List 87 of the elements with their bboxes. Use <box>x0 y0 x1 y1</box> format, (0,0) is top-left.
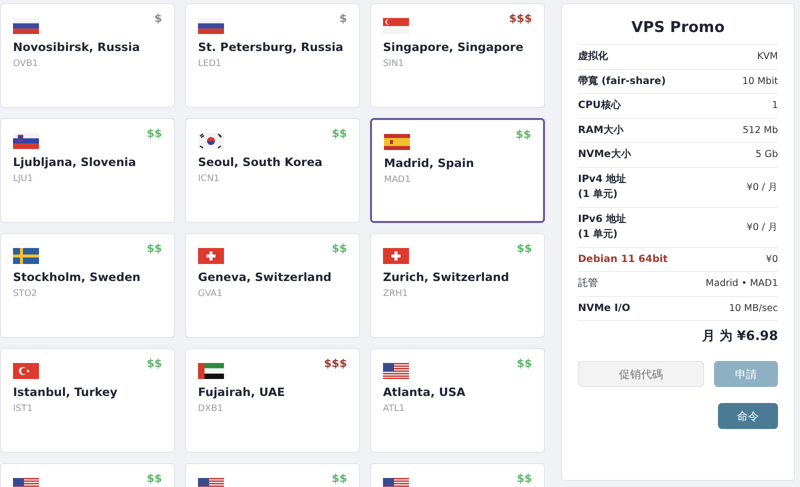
promo-code-field[interactable]: 促销代碼 <box>578 361 704 387</box>
spec-value: Madrid • MAD1 <box>706 278 778 290</box>
flag-icon <box>383 248 409 264</box>
price-label: $ <box>339 12 347 25</box>
panel-title: VPS Promo <box>630 18 726 36</box>
city-name: Madrid, Spain <box>384 156 476 170</box>
location-code: OVB1 <box>13 59 39 69</box>
location-code: ATL1 <box>383 404 406 414</box>
spec-label: IPv6 地址 (1 单元) <box>578 212 626 242</box>
location-card[interactable]: $$ Geneva, Switzerland GVA1 <box>185 233 360 338</box>
price-label: $$ <box>516 242 532 255</box>
price-label: $$$ <box>324 357 347 370</box>
price-label: $$ <box>146 127 162 140</box>
price-label: $ <box>154 12 162 25</box>
location-code: ICN1 <box>198 174 220 184</box>
location-code: ZRH1 <box>383 289 409 299</box>
location-code: GVA1 <box>198 289 224 299</box>
flag-icon <box>13 18 39 34</box>
spec-value: 10 MB/sec <box>728 302 778 314</box>
location-card[interactable]: $$$ Singapore, Singapore SIN1 <box>370 3 545 108</box>
location-code: STO2 <box>13 289 38 299</box>
city-name: Istanbul, Turkey <box>13 385 118 399</box>
price-label: $$ <box>516 472 532 485</box>
flag-icon <box>198 248 224 264</box>
total-price: 月 为 ¥6.98 <box>578 320 778 345</box>
spec-label: Debian 11 64bit <box>578 252 668 266</box>
spec-label: NVMe大小 <box>578 148 631 162</box>
city-name: Stockholm, Sweden <box>13 270 142 284</box>
spec-label: IPv4 地址 (1 单元) <box>578 172 626 202</box>
flag-icon <box>13 248 39 264</box>
city-name: Novosibirsk, Russia <box>13 40 141 54</box>
spec-value: ¥0 / 月 <box>746 220 778 234</box>
city-name: Atlanta, USA <box>383 385 466 399</box>
price-label: $$ <box>332 127 347 140</box>
spec-label: 虚拟化 <box>578 50 608 64</box>
flag-icon <box>383 18 409 34</box>
spec-label: 帶寬 (fair-share) <box>578 74 666 88</box>
city-name: St. Petersburg, Russia <box>198 40 344 54</box>
spec-value: 5 Gb <box>756 149 778 160</box>
price-label: $$ <box>516 357 532 370</box>
location-card[interactable]: $$ Madrid, Spain MAD1 <box>370 118 545 223</box>
spec-value: 512 Mb <box>742 124 778 136</box>
city-name: Geneva, Switzerland <box>198 270 332 284</box>
spec-label: CPU核心 <box>578 98 621 113</box>
location-card[interactable]: $$ Zurich, Switzerland ZRH1 <box>370 233 545 338</box>
spec-value: 10 Mbit <box>742 76 778 87</box>
spec-value: KVM <box>757 51 778 62</box>
location-card[interactable]: $ St. Petersburg, Russia LED1 <box>185 3 360 108</box>
location-card[interactable]: $$ Istanbul, Turkey IST1 <box>0 348 175 453</box>
location-card[interactable]: $$ Seoul, South Korea ICN1 <box>185 118 360 223</box>
city-name: Seoul, South Korea <box>198 155 324 169</box>
price-label: $$$ <box>509 12 532 25</box>
price-label: $$ <box>146 472 162 485</box>
spec-label: NVMe I/O <box>578 302 630 316</box>
flag-icon <box>13 363 39 379</box>
flag-icon <box>384 134 410 150</box>
price-label: $$ <box>332 242 347 255</box>
location-code: IST1 <box>13 404 34 414</box>
spec-value: ¥0 / 月 <box>746 180 778 194</box>
location-card[interactable]: $$ Stockholm, Sweden STO2 <box>0 233 175 338</box>
location-code: SIN1 <box>383 59 405 69</box>
city-name: Ljubljana, Slovenia <box>13 155 137 169</box>
spec-label: RAM大小 <box>578 124 624 138</box>
price-label: $$ <box>332 472 347 485</box>
price-label: $$ <box>146 242 162 255</box>
price-label: $$ <box>146 357 162 370</box>
location-card[interactable]: $$$ Fujairah, UAE DXB1 <box>185 348 360 453</box>
price-label: $$ <box>516 128 531 141</box>
city-name: Singapore, Singapore <box>383 40 524 54</box>
city-name: Zurich, Switzerland <box>383 270 510 284</box>
location-code: LED1 <box>198 59 222 69</box>
flag-icon <box>198 363 224 379</box>
flag-icon <box>198 18 224 34</box>
flag-icon <box>13 133 39 149</box>
location-code: MAD1 <box>384 175 412 185</box>
spec-value: ¥0 <box>766 254 778 265</box>
flag-icon <box>198 133 224 149</box>
order-button[interactable]: 命令 <box>718 403 778 429</box>
spec-label: 託管 <box>578 276 598 291</box>
location-card[interactable]: $ Novosibirsk, Russia OVB1 <box>0 3 175 108</box>
city-name: Fujairah, UAE <box>198 385 286 399</box>
location-code: DXB1 <box>198 404 224 414</box>
flag-icon <box>383 363 409 379</box>
location-card[interactable]: $$ Ljubljana, Slovenia LJU1 <box>0 118 175 223</box>
location-code: LJU1 <box>13 174 34 184</box>
spec-value: 1 <box>772 100 778 112</box>
location-card[interactable]: $$ Atlanta, USA ATL1 <box>370 348 545 453</box>
